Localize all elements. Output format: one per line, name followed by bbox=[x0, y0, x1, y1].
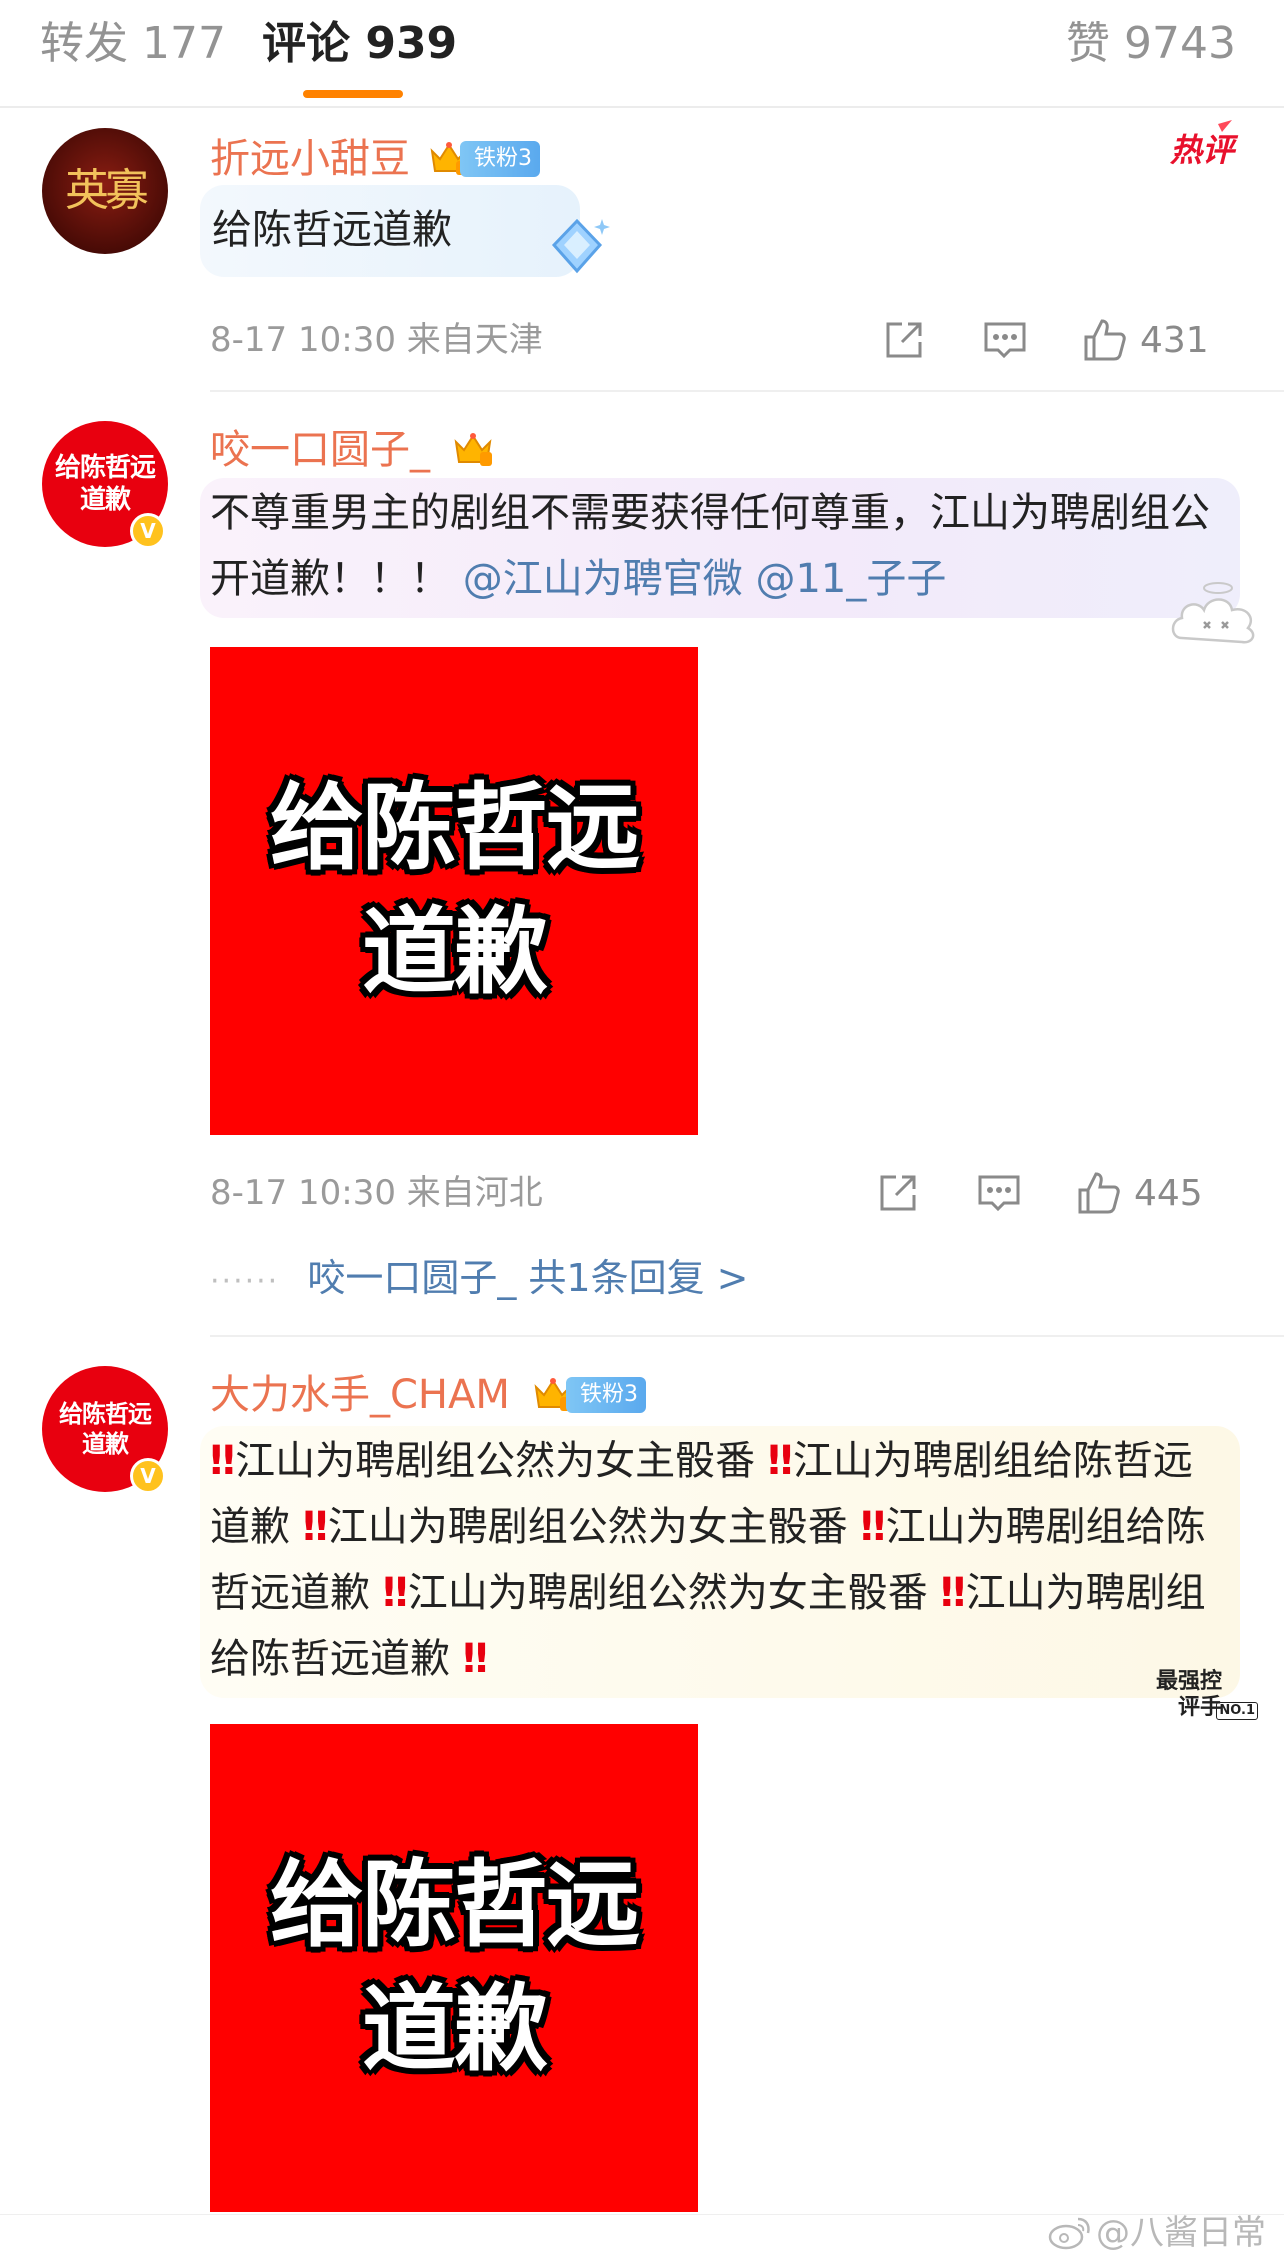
comment-time: 8-17 10:30 bbox=[210, 1173, 396, 1213]
tab-forward-count: 177 bbox=[142, 18, 226, 69]
mention-link[interactable]: @江山为聘官微 bbox=[463, 556, 743, 602]
exclamation-icon: ‼ bbox=[940, 1570, 966, 1616]
tab-comments-count: 939 bbox=[365, 18, 458, 69]
reply-author: 咬一口圆子_ bbox=[307, 1256, 517, 1300]
comment-image-text: 给陈哲远 道歉 bbox=[269, 1851, 640, 2084]
tab-comments-label: 评论 bbox=[262, 18, 350, 69]
tab-comments[interactable]: 评论 939 bbox=[262, 14, 457, 74]
like-count: 431 bbox=[1140, 319, 1209, 361]
avatar[interactable]: 给陈哲远 道歉 V bbox=[42, 421, 168, 549]
avatar[interactable]: 英寡 bbox=[42, 128, 168, 254]
comment-text-segment: 江山为聘剧组公然为女主骰番 bbox=[327, 1504, 848, 1550]
tab-likes-count: 9743 bbox=[1124, 18, 1236, 69]
comment-text-segment: 江山为聘剧组公然为女主骰番 bbox=[407, 1570, 928, 1616]
like-button[interactable]: 445 bbox=[1076, 1168, 1203, 1218]
comment-location: 来自天津 bbox=[406, 320, 543, 360]
comment-meta: 8-17 10:30 来自天津 bbox=[210, 318, 543, 362]
exclamation-icon: ‼ bbox=[462, 1636, 488, 1682]
avatar-text: 给陈哲远 道歉 bbox=[54, 453, 156, 515]
comment-time: 8-17 10:30 bbox=[210, 320, 396, 360]
share-button[interactable] bbox=[876, 1168, 920, 1218]
tab-forward[interactable]: 转发 177 bbox=[40, 14, 226, 74]
cloud-sticker-icon bbox=[1171, 582, 1255, 644]
weibo-logo-icon bbox=[1048, 2217, 1090, 2250]
active-tab-indicator bbox=[303, 90, 403, 98]
comment-bubble: ‼江山为聘剧组公然为女主骰番 ‼江山为聘剧组给陈哲远道歉 ‼江山为聘剧组公然为女… bbox=[200, 1426, 1240, 1698]
like-count: 445 bbox=[1134, 1172, 1203, 1214]
comment-text-block: 不尊重男主的剧组不需要获得任何尊重，江山为聘剧组公开道歉！！！ @江山为聘官微 … bbox=[210, 480, 1220, 612]
exclamation-icon: ‼ bbox=[382, 1570, 408, 1616]
comment-text-segment: 江山为聘剧组公然为女主骰番 bbox=[235, 1438, 756, 1484]
top-commenter-badge: 最强控评手 NO.1 bbox=[1136, 1668, 1262, 1724]
reply-button[interactable] bbox=[976, 1168, 1022, 1218]
comment-bubble: 给陈哲远道歉 bbox=[200, 185, 610, 277]
fan-badge: 铁粉3 bbox=[566, 1377, 646, 1413]
avatar-text: 给陈哲远 道歉 bbox=[59, 1400, 152, 1458]
comment-username[interactable]: 咬一口圆子_ bbox=[210, 424, 430, 476]
crown-icon bbox=[454, 433, 492, 466]
comment-text: 给陈哲远道歉 bbox=[212, 207, 452, 253]
comment-divider bbox=[210, 390, 1284, 392]
share-icon bbox=[886, 322, 922, 358]
comment-username[interactable]: 大力水手_CHAM bbox=[210, 1369, 510, 1421]
share-button[interactable] bbox=[882, 315, 926, 365]
top-commenter-rank: NO.1 bbox=[1216, 1702, 1258, 1720]
comment-meta: 8-17 10:30 来自河北 bbox=[210, 1171, 543, 1215]
comment-location: 来自河北 bbox=[406, 1173, 543, 1213]
reply-thread-link[interactable]: ······ 咬一口圆子_ 共1条回复 > bbox=[210, 1253, 749, 1307]
share-icon bbox=[880, 1175, 916, 1211]
avatar[interactable]: 给陈哲远 道歉 V bbox=[42, 1366, 168, 1494]
comment-actions: 431 bbox=[882, 315, 1242, 365]
comment-divider bbox=[210, 1335, 1284, 1337]
exclamation-icon: ‼ bbox=[302, 1504, 328, 1550]
comment-username[interactable]: 折远小甜豆 bbox=[210, 133, 410, 185]
tab-forward-label: 转发 bbox=[40, 18, 128, 69]
comment-icon bbox=[978, 1175, 1020, 1212]
watermark: @八酱日常 bbox=[1048, 2211, 1266, 2255]
reply-dots: ······ bbox=[210, 1264, 280, 1299]
top-commenter-label: 最强控评手 bbox=[1155, 1668, 1222, 1720]
reply-button[interactable] bbox=[982, 315, 1028, 365]
like-icon bbox=[1084, 319, 1126, 361]
comment-image[interactable]: 给陈哲远 道歉 bbox=[210, 1724, 698, 2212]
watermark-text: @八酱日常 bbox=[1096, 2213, 1266, 2253]
mention-link[interactable]: @11_子子 bbox=[755, 556, 946, 602]
like-button[interactable]: 431 bbox=[1082, 315, 1209, 365]
comment-actions: 445 bbox=[876, 1168, 1236, 1218]
comment-text-block: ‼江山为聘剧组公然为女主骰番 ‼江山为聘剧组给陈哲远道歉 ‼江山为聘剧组公然为女… bbox=[210, 1428, 1225, 1692]
reply-summary: 共1条回复 > bbox=[528, 1256, 749, 1300]
comment-image-text: 给陈哲远 道歉 bbox=[269, 774, 640, 1007]
like-icon bbox=[1078, 1172, 1120, 1214]
tab-likes-label: 赞 bbox=[1066, 18, 1111, 69]
hot-comment-label: 热评 bbox=[1169, 131, 1234, 169]
exclamation-icon: ‼ bbox=[210, 1438, 236, 1484]
fan-badge: 铁粉3 bbox=[460, 141, 540, 177]
diamond-sticker-icon bbox=[551, 218, 610, 274]
verified-icon: V bbox=[130, 513, 166, 549]
exclamation-icon: ‼ bbox=[860, 1504, 886, 1550]
tab-likes[interactable]: 赞 9743 bbox=[1066, 14, 1236, 74]
avatar-title-text: 英寡 bbox=[65, 165, 149, 216]
comment-icon bbox=[984, 322, 1026, 359]
comment-image[interactable]: 给陈哲远 道歉 bbox=[210, 647, 698, 1135]
verified-icon: V bbox=[130, 1458, 166, 1494]
comment-bubble: 不尊重男主的剧组不需要获得任何尊重，江山为聘剧组公开道歉！！！ @江山为聘官微 … bbox=[200, 478, 1240, 618]
exclamation-icon: ‼ bbox=[767, 1438, 793, 1484]
comment-tab-bar: 转发 177 评论 939 赞 9743 bbox=[0, 0, 1284, 108]
